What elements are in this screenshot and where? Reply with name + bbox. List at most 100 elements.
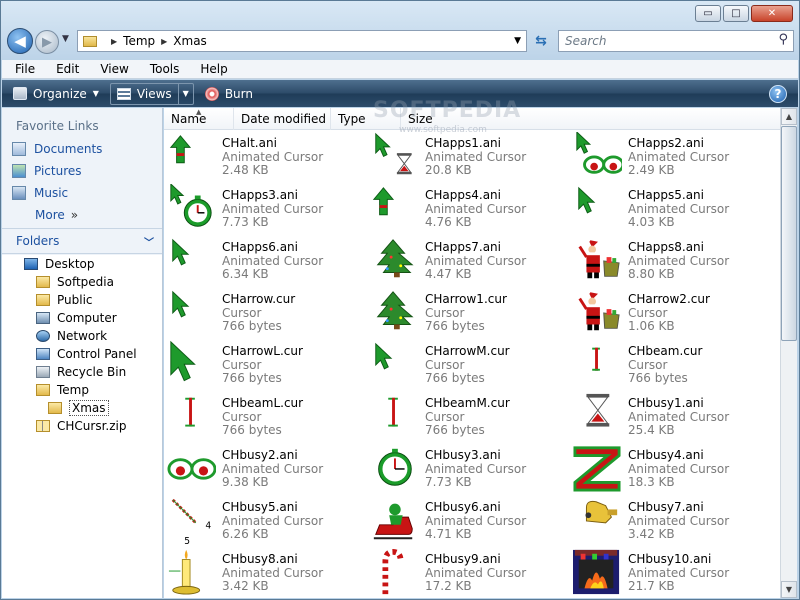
file-item[interactable]: CHbusy8.ani Animated Cursor 3.42 KB xyxy=(164,548,364,600)
file-item[interactable]: CHarrow.cur Cursor 766 bytes xyxy=(164,288,364,340)
views-dropdown[interactable]: ▼ xyxy=(177,83,193,104)
scroll-down-icon[interactable]: ▼ xyxy=(781,581,797,598)
views-button[interactable]: Views ▼ xyxy=(109,82,194,105)
file-item[interactable]: CHbusy2.ani Animated Cursor 9.38 KB xyxy=(164,444,364,496)
favorite-link-documents[interactable]: Documents xyxy=(2,138,162,160)
arrow-right-icon: ▶ xyxy=(42,34,52,50)
file-item[interactable]: CHbusy1.ani Animated Cursor 25.4 KB xyxy=(570,392,770,444)
file-type: Animated Cursor xyxy=(628,150,730,164)
file-type: Animated Cursor xyxy=(425,566,527,580)
maximize-button[interactable]: □ xyxy=(723,5,749,22)
bell-cursor-icon xyxy=(585,500,618,524)
file-item[interactable]: CHapps1.ani Animated Cursor 20.8 KB xyxy=(367,132,567,184)
file-name: CHarrow1.cur xyxy=(425,292,507,306)
file-size: 18.3 KB xyxy=(628,475,675,489)
close-button[interactable]: ✕ xyxy=(751,5,793,22)
tree-item-control-panel[interactable]: Control Panel xyxy=(2,345,162,363)
countdown-cursor-icon: 45 xyxy=(171,498,211,544)
breadcrumb-temp[interactable]: Temp xyxy=(123,34,155,48)
file-type: Animated Cursor xyxy=(222,462,324,476)
file-item[interactable]: CHapps6.ani Animated Cursor 6.34 KB xyxy=(164,236,364,288)
file-item[interactable]: CHbusy9.ani Animated Cursor 17.2 KB xyxy=(367,548,567,600)
file-item[interactable]: CHapps3.ani Animated Cursor 7.73 KB xyxy=(164,184,364,236)
tree-item-chcursr-zip[interactable]: CHCursr.zip xyxy=(2,417,162,435)
file-item[interactable]: CHarrowL.cur Cursor 766 bytes xyxy=(164,340,364,392)
help-button[interactable]: ? xyxy=(769,85,787,103)
file-size: 766 bytes xyxy=(222,371,282,385)
views-icon xyxy=(116,87,131,100)
file-item[interactable]: CHapps5.ani Animated Cursor 4.03 KB xyxy=(570,184,770,236)
address-dropdown-icon[interactable]: ▼ xyxy=(514,36,521,46)
favorite-link-pictures[interactable]: Pictures xyxy=(2,160,162,182)
tree-item-computer[interactable]: Computer xyxy=(2,309,162,327)
file-item[interactable]: CHarrowM.cur Cursor 766 bytes xyxy=(367,340,567,392)
file-item[interactable]: CHapps2.ani Animated Cursor 2.49 KB xyxy=(570,132,770,184)
scroll-thumb[interactable] xyxy=(781,126,797,341)
organize-button[interactable]: Organize ▼ xyxy=(8,80,104,107)
file-size: 17.2 KB xyxy=(425,579,472,593)
tree-item-public[interactable]: Public xyxy=(2,291,162,309)
file-name: CHbusy10.ani xyxy=(628,552,712,566)
tree-item-recycle-bin[interactable]: Recycle Bin xyxy=(2,363,162,381)
back-button[interactable]: ◀ xyxy=(7,28,33,54)
tree-item-temp[interactable]: Temp xyxy=(2,381,162,399)
file-item[interactable]: CHapps8.ani Animated Cursor 8.80 KB xyxy=(570,236,770,288)
tree-item-network[interactable]: Network xyxy=(2,327,162,345)
search-input[interactable]: Search ⚲ xyxy=(558,30,794,52)
file-item[interactable]: CHbeam.cur Cursor 766 bytes xyxy=(570,340,770,392)
arrow-up-green-cursor-icon xyxy=(372,187,395,216)
file-name: CHbusy4.ani xyxy=(628,448,704,462)
arrow-green-cursor-icon xyxy=(375,342,393,370)
file-name: CHbeamM.cur xyxy=(425,396,510,410)
file-item[interactable]: CHapps7.ani Animated Cursor 4.47 KB xyxy=(367,236,567,288)
breadcrumb-xmas[interactable]: Xmas xyxy=(173,34,207,48)
scroll-up-icon[interactable]: ▲ xyxy=(781,108,797,125)
tree-item-softpedia[interactable]: Softpedia xyxy=(2,273,162,291)
clock-cursor-icon xyxy=(378,448,412,486)
file-item[interactable]: CHarrow1.cur Cursor 766 bytes xyxy=(367,288,567,340)
svg-text:5: 5 xyxy=(184,536,190,544)
file-item[interactable]: CHbeamL.cur Cursor 766 bytes xyxy=(164,392,364,444)
softpedia-watermark: SOFTPEDIA xyxy=(373,98,522,123)
file-name: CHbusy1.ani xyxy=(628,396,704,410)
breadcrumb-separator-icon[interactable]: ▶ xyxy=(161,37,167,46)
column-name[interactable]: ▲ Name xyxy=(164,108,234,130)
refresh-button[interactable]: ⇆ xyxy=(530,30,552,52)
file-item[interactable]: CHalt.ani Animated Cursor 2.48 KB xyxy=(164,132,364,184)
file-item[interactable]: CHapps4.ani Animated Cursor 4.76 KB xyxy=(367,184,567,236)
file-item[interactable]: CHbusy4.ani Animated Cursor 18.3 KB xyxy=(570,444,770,496)
file-item[interactable]: CHbusy7.ani Animated Cursor 3.42 KB xyxy=(570,496,770,548)
tree-item-desktop[interactable]: Desktop xyxy=(2,255,162,273)
burn-label: Burn xyxy=(224,86,253,101)
burn-button[interactable]: Burn xyxy=(200,80,258,107)
search-icon[interactable]: ⚲ xyxy=(778,32,788,47)
file-name: CHbusy7.ani xyxy=(628,500,704,514)
breadcrumb-separator-icon[interactable]: ▶ xyxy=(111,37,117,46)
minimize-button[interactable]: ▭ xyxy=(695,5,721,22)
more-links-button[interactable]: More » xyxy=(2,204,162,226)
eyes-cursor-icon xyxy=(167,458,216,480)
folders-header[interactable]: Folders ﹀ xyxy=(2,228,162,254)
file-item[interactable]: 45 CHbusy5.ani Animated Cursor 6.26 KB xyxy=(164,496,364,548)
forward-button[interactable]: ▶ xyxy=(35,30,59,54)
menu-help[interactable]: Help xyxy=(187,62,235,76)
explorer-window: ▭ □ ✕ ◀ ▶ ▼ ▶ Temp ▶ Xmas ▼ ⇆ Search ⚲ F… xyxy=(0,0,800,600)
tree-item-xmas[interactable]: Xmas xyxy=(2,399,162,417)
menu-view[interactable]: View xyxy=(87,62,136,76)
file-item[interactable]: CHarrow2.cur Cursor 1.06 KB xyxy=(570,288,770,340)
favorite-link-music[interactable]: Music xyxy=(2,182,162,204)
menu-tools[interactable]: Tools xyxy=(137,62,188,76)
file-size: 4.03 KB xyxy=(628,215,675,229)
file-item[interactable]: CHbusy6.ani Animated Cursor 4.71 KB xyxy=(367,496,567,548)
menu-file[interactable]: File xyxy=(2,62,43,76)
vertical-scrollbar[interactable]: ▲ ▼ xyxy=(780,108,797,598)
file-list-pane: ▲ Name Date modified Type Size CHalt.ani… xyxy=(164,108,782,598)
menu-edit[interactable]: Edit xyxy=(43,62,87,76)
file-item[interactable]: CHbusy10.ani Animated Cursor 21.7 KB xyxy=(570,548,770,600)
column-date-modified[interactable]: Date modified xyxy=(234,108,331,130)
file-type: Animated Cursor xyxy=(628,462,730,476)
file-item[interactable]: CHbeamM.cur Cursor 766 bytes xyxy=(367,392,567,444)
file-item[interactable]: CHbusy3.ani Animated Cursor 7.73 KB xyxy=(367,444,567,496)
address-bar[interactable]: ▶ Temp ▶ Xmas ▼ xyxy=(77,30,527,52)
recent-pages-dropdown[interactable]: ▼ xyxy=(62,34,69,44)
